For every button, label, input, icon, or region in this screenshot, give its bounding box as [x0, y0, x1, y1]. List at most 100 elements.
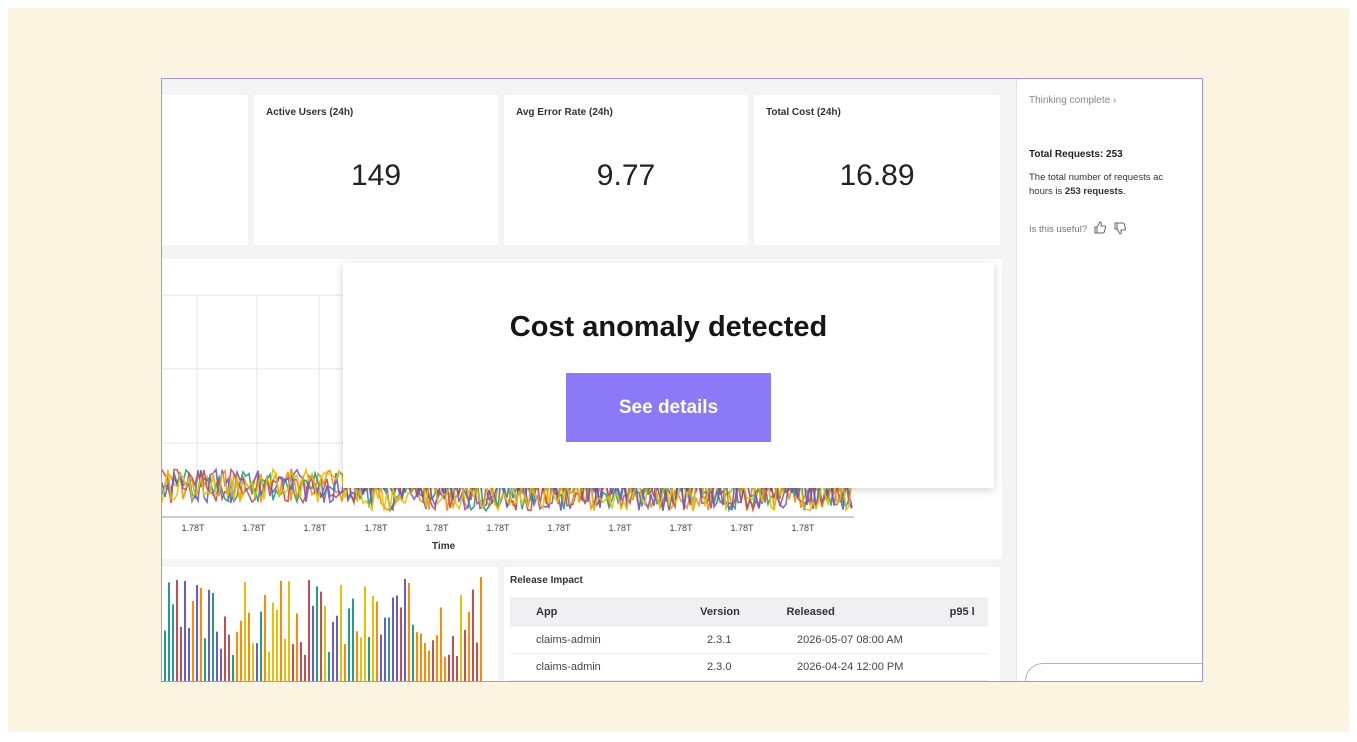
table-row[interactable]: claims-admin 2.3.1 2026-05-07 08:00 AM — [510, 627, 988, 654]
x-tick-label: 1.78T — [242, 523, 266, 533]
bar — [480, 577, 482, 681]
x-tick-label: 1.78T — [547, 523, 571, 533]
x-tick-label: 1.78T — [486, 523, 510, 533]
bar — [388, 617, 390, 681]
bar — [372, 596, 374, 681]
cell-version: 2.3.0 — [707, 661, 732, 673]
bar — [196, 585, 198, 681]
bar — [348, 608, 350, 681]
modal-title: Cost anomaly detected — [509, 311, 828, 343]
answer-text-suffix: . — [1123, 186, 1126, 197]
bar — [452, 636, 454, 681]
x-tick-label: 1.78T — [181, 523, 205, 533]
bar — [444, 656, 446, 681]
x-tick-label: 1.78T — [669, 523, 693, 533]
kpi-value: 149 — [350, 159, 402, 192]
bar — [376, 601, 378, 681]
bar — [292, 644, 294, 681]
answer-title: Total Requests: 253 — [1029, 149, 1123, 160]
table-header: App Version Released p95 l — [510, 597, 988, 627]
bar — [324, 605, 326, 681]
bar — [288, 581, 290, 681]
release-impact-table: App Version Released p95 l claims-admin … — [510, 597, 988, 681]
bar — [412, 624, 414, 681]
bar — [360, 637, 362, 681]
release-impact-card: Release Impact App Version Released p95 … — [504, 567, 1000, 681]
table-row[interactable]: claims-admin 2.3.0 2026-04-24 12:00 PM — [510, 654, 988, 681]
bar — [216, 631, 218, 681]
bar — [272, 602, 274, 681]
bar — [352, 598, 354, 681]
bar — [224, 616, 226, 681]
cell-released: 2026-05-07 08:00 AM — [797, 634, 903, 646]
bar — [220, 648, 222, 681]
bar — [276, 609, 278, 681]
bar — [424, 642, 426, 681]
bar — [280, 580, 282, 681]
x-tick-label: 1.78T — [730, 523, 754, 533]
bar — [172, 604, 174, 681]
bar — [428, 650, 430, 681]
chat-input[interactable] — [1025, 663, 1202, 681]
bar — [184, 580, 186, 681]
bar — [244, 582, 246, 681]
bar — [304, 654, 306, 681]
answer-text-line2: hours is — [1029, 186, 1065, 197]
bar — [392, 597, 394, 681]
bar — [296, 613, 298, 681]
anomaly-modal: Cost anomaly detected See details — [343, 263, 994, 488]
column-header-released[interactable]: Released — [786, 606, 949, 618]
bar — [416, 632, 418, 681]
bar — [356, 631, 358, 681]
bar — [200, 587, 202, 681]
kpi-title: Active Users (24h) — [266, 107, 354, 118]
bar — [460, 595, 462, 681]
feedback-row: Is this useful? — [1029, 221, 1127, 238]
answer-text-bold: 253 requests — [1064, 186, 1123, 197]
answer-body: The total number of requests ac hours is… — [1029, 171, 1202, 199]
x-tick-label: 1.78T — [303, 523, 327, 533]
cell-released: 2026-04-24 12:00 PM — [797, 661, 904, 673]
bar — [432, 640, 434, 681]
bar — [332, 621, 334, 681]
assistant-panel: Thinking complete › Total Requests: 253 … — [1016, 79, 1202, 681]
bar — [260, 611, 262, 681]
bar — [188, 628, 190, 681]
bar — [476, 642, 478, 681]
bar — [396, 595, 398, 681]
bar — [308, 579, 310, 681]
bar — [256, 643, 258, 681]
column-header-p95[interactable]: p95 l — [950, 606, 988, 618]
bar — [408, 583, 410, 681]
bar — [340, 584, 342, 681]
bar — [436, 635, 438, 681]
bar — [400, 607, 402, 681]
bar — [420, 633, 422, 681]
bar — [264, 595, 266, 681]
bar — [448, 654, 450, 681]
see-details-button[interactable]: See details — [566, 373, 771, 442]
kpi-value: 9.77 — [596, 159, 656, 192]
thumbs-up-icon[interactable] — [1093, 221, 1107, 238]
thumbs-down-icon[interactable] — [1113, 221, 1127, 238]
thinking-status[interactable]: Thinking complete › — [1029, 95, 1116, 106]
x-axis-title: Time — [432, 541, 456, 552]
bar — [468, 611, 470, 681]
feedback-prompt: Is this useful? — [1029, 224, 1088, 235]
column-header-version[interactable]: Version — [700, 606, 786, 618]
bar — [268, 651, 270, 681]
bar — [464, 630, 466, 681]
bar — [176, 580, 178, 681]
answer-text-line1: The total number of requests ac — [1029, 172, 1164, 183]
column-header-app[interactable]: App — [510, 606, 700, 618]
kpi-card-error-rate: Avg Error Rate (24h) 9.77 — [504, 95, 748, 245]
bar — [300, 642, 302, 681]
x-tick-label: 1.78T — [364, 523, 388, 533]
thinking-label: Thinking complete — [1029, 95, 1111, 106]
bar — [368, 637, 370, 681]
bar — [204, 638, 206, 681]
bar — [364, 586, 366, 681]
bar — [212, 592, 214, 681]
x-tick-label: 1.78T — [608, 523, 632, 533]
bar — [344, 644, 346, 681]
